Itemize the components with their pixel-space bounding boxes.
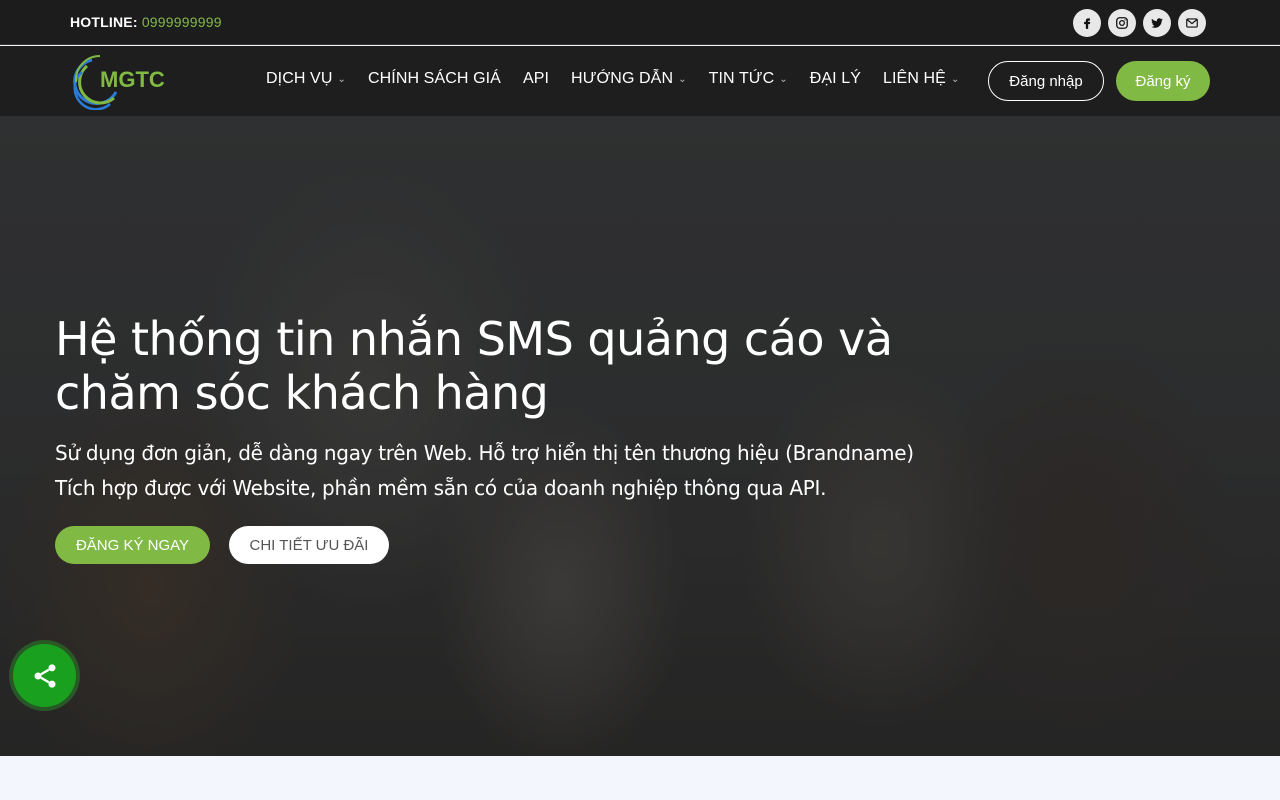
- nav-item-lien-he[interactable]: LIÊN HỆ ⌄: [883, 70, 959, 88]
- hotline: HOTLINE: 0999999999: [70, 14, 222, 30]
- register-now-button[interactable]: ĐĂNG KÝ NGAY: [55, 526, 210, 564]
- twitter-icon[interactable]: [1143, 9, 1171, 37]
- login-button[interactable]: Đăng nhập: [988, 61, 1104, 101]
- hero-subtitle-line-1: Sử dụng đơn giản, dễ dàng ngay trên Web.…: [55, 441, 914, 465]
- email-icon[interactable]: [1178, 9, 1206, 37]
- nav-item-label: DỊCH VỤ: [266, 70, 333, 87]
- hotline-label: HOTLINE:: [70, 14, 138, 30]
- register-button[interactable]: Đăng ký: [1116, 61, 1210, 101]
- nav-item-dich-vu[interactable]: DỊCH VỤ ⌄: [266, 70, 346, 88]
- section-divider: [0, 756, 1280, 800]
- mgtc-logo[interactable]: MGTC: [70, 52, 180, 111]
- hero-subtitle: Sử dụng đơn giản, dễ dàng ngay trên Web.…: [55, 436, 914, 506]
- nav-item-chinh-sach-gia[interactable]: CHÍNH SÁCH GIÁ: [368, 70, 501, 88]
- facebook-icon[interactable]: [1073, 9, 1101, 37]
- nav-item-api[interactable]: API: [523, 70, 549, 88]
- chevron-down-icon: ⌄: [950, 73, 960, 85]
- nav-item-label: HƯỚNG DẪN: [571, 70, 674, 87]
- chevron-down-icon: ⌄: [337, 73, 346, 85]
- offer-details-button[interactable]: CHI TIẾT ƯU ĐÃI: [229, 526, 389, 564]
- hero-title: Hệ thống tin nhắn SMS quảng cáo và chăm …: [55, 312, 893, 420]
- nav-item-label: ĐẠI LÝ: [809, 70, 862, 87]
- nav-item-label: API: [522, 70, 550, 87]
- hero-subtitle-line-2: Tích hợp được với Website, phần mềm sẵn …: [55, 476, 827, 500]
- hero-banner: Hệ thống tin nhắn SMS quảng cáo và chăm …: [0, 116, 1280, 756]
- share-button[interactable]: [13, 644, 76, 707]
- nav-item-label: CHÍNH SÁCH GIÁ: [367, 70, 501, 87]
- hotline-number[interactable]: 0999999999: [142, 14, 222, 30]
- nav-item-huong-dan[interactable]: HƯỚNG DẪN ⌄: [571, 70, 687, 88]
- chevron-down-icon: ⌄: [678, 73, 687, 85]
- nav-item-label: TIN TỨC: [708, 70, 775, 87]
- top-bar: HOTLINE: 0999999999: [0, 0, 1280, 45]
- chevron-down-icon: ⌄: [779, 73, 788, 85]
- nav-item-label: LIÊN HỆ: [883, 70, 946, 87]
- nav-item-dai-ly[interactable]: ĐẠI LÝ: [810, 70, 861, 88]
- social-links: [1073, 9, 1206, 37]
- instagram-icon[interactable]: [1108, 9, 1136, 37]
- main-menu: DỊCH VỤ ⌄ CHÍNH SÁCH GIÁ API HƯỚNG DẪN ⌄…: [266, 70, 981, 88]
- nav-item-tin-tuc[interactable]: TIN TỨC ⌄: [709, 70, 788, 88]
- logo-text: MGTC: [100, 67, 165, 92]
- share-icon: [34, 663, 55, 688]
- main-navbar: MGTC DỊCH VỤ ⌄ CHÍNH SÁCH GIÁ API HƯỚNG …: [0, 46, 1280, 116]
